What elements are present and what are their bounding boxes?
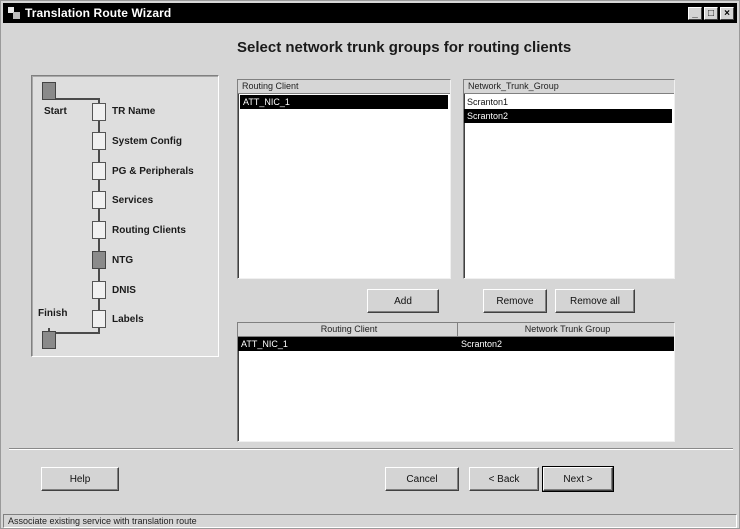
step-label-routing-clients: Routing Clients xyxy=(112,225,186,236)
routing-client-list-header: Routing Client xyxy=(238,80,450,94)
remove-all-button-label: Remove all xyxy=(569,295,621,307)
help-button-label: Help xyxy=(69,473,91,485)
list-item[interactable]: Scranton2 xyxy=(464,109,672,123)
minimize-button[interactable]: _ xyxy=(688,6,702,20)
assignments-grid[interactable]: Routing Client Network Trunk Group ATT_N… xyxy=(237,322,675,442)
step-box-labels xyxy=(92,310,106,328)
app-icon xyxy=(7,6,21,20)
routing-client-list[interactable]: Routing Client ATT_NIC_1 xyxy=(237,79,451,279)
wizard-steps-panel: Start TR Name System Config PG & Periphe… xyxy=(31,75,219,357)
step-box-routing-clients xyxy=(92,221,106,239)
help-button[interactable]: Help xyxy=(41,467,119,491)
step-label-dnis: DNIS xyxy=(112,285,136,296)
finish-label: Finish xyxy=(38,308,68,319)
back-button-label: < Back xyxy=(488,473,520,485)
step-box-dnis xyxy=(92,281,106,299)
ntg-list-header: Network_Trunk_Group xyxy=(464,80,674,94)
network-trunk-group-list[interactable]: Network_Trunk_Group Scranton1 Scranton2 xyxy=(463,79,675,279)
remove-button-label: Remove xyxy=(496,295,534,307)
footer-separator xyxy=(9,448,733,450)
step-label-system-config: System Config xyxy=(112,136,183,147)
list-item[interactable]: Scranton1 xyxy=(464,95,672,109)
step-label-labels: Labels xyxy=(112,314,144,325)
assignments-grid-header: Routing Client Network Trunk Group xyxy=(238,323,674,337)
page-heading: Select network trunk groups for routing … xyxy=(237,39,572,56)
step-label-tr-name: TR Name xyxy=(112,106,156,117)
column-header-network-trunk-group[interactable]: Network Trunk Group xyxy=(458,323,674,336)
add-button-label: Add xyxy=(394,295,412,307)
add-button[interactable]: Add xyxy=(367,289,439,313)
title-bar[interactable]: Translation Route Wizard _ □ × xyxy=(3,3,737,23)
next-button[interactable]: Next > xyxy=(542,466,614,492)
step-label-pg-peripherals: PG & Peripherals xyxy=(112,166,194,177)
list-item[interactable]: ATT_NIC_1 xyxy=(240,95,448,109)
cancel-button-label: Cancel xyxy=(406,473,438,485)
finish-marker xyxy=(42,331,56,349)
status-bar: Associate existing service with translat… xyxy=(3,514,737,528)
step-box-ntg-current xyxy=(92,251,106,269)
column-header-routing-client[interactable]: Routing Client xyxy=(238,323,458,336)
next-button-label: Next > xyxy=(563,473,593,485)
wizard-window: Translation Route Wizard _ □ × Select ne… xyxy=(0,0,740,529)
step-box-system-config xyxy=(92,132,106,150)
step-box-pg-peripherals xyxy=(92,162,106,180)
start-label: Start xyxy=(44,106,67,117)
back-button[interactable]: < Back xyxy=(469,467,539,491)
start-marker xyxy=(42,82,56,100)
cell-network-trunk-group: Scranton2 xyxy=(461,339,503,349)
table-row[interactable]: ATT_NIC_1 Scranton2 xyxy=(238,337,674,351)
window-title: Translation Route Wizard xyxy=(25,6,172,20)
step-box-tr-name xyxy=(92,103,106,121)
remove-all-button[interactable]: Remove all xyxy=(555,289,635,313)
remove-button[interactable]: Remove xyxy=(483,289,547,313)
cancel-button[interactable]: Cancel xyxy=(385,467,459,491)
close-button[interactable]: × xyxy=(720,6,734,20)
maximize-button[interactable]: □ xyxy=(704,6,718,20)
cell-routing-client: ATT_NIC_1 xyxy=(241,339,288,349)
step-label-ntg: NTG xyxy=(112,255,134,266)
step-label-services: Services xyxy=(112,195,154,206)
step-box-services xyxy=(92,191,106,209)
